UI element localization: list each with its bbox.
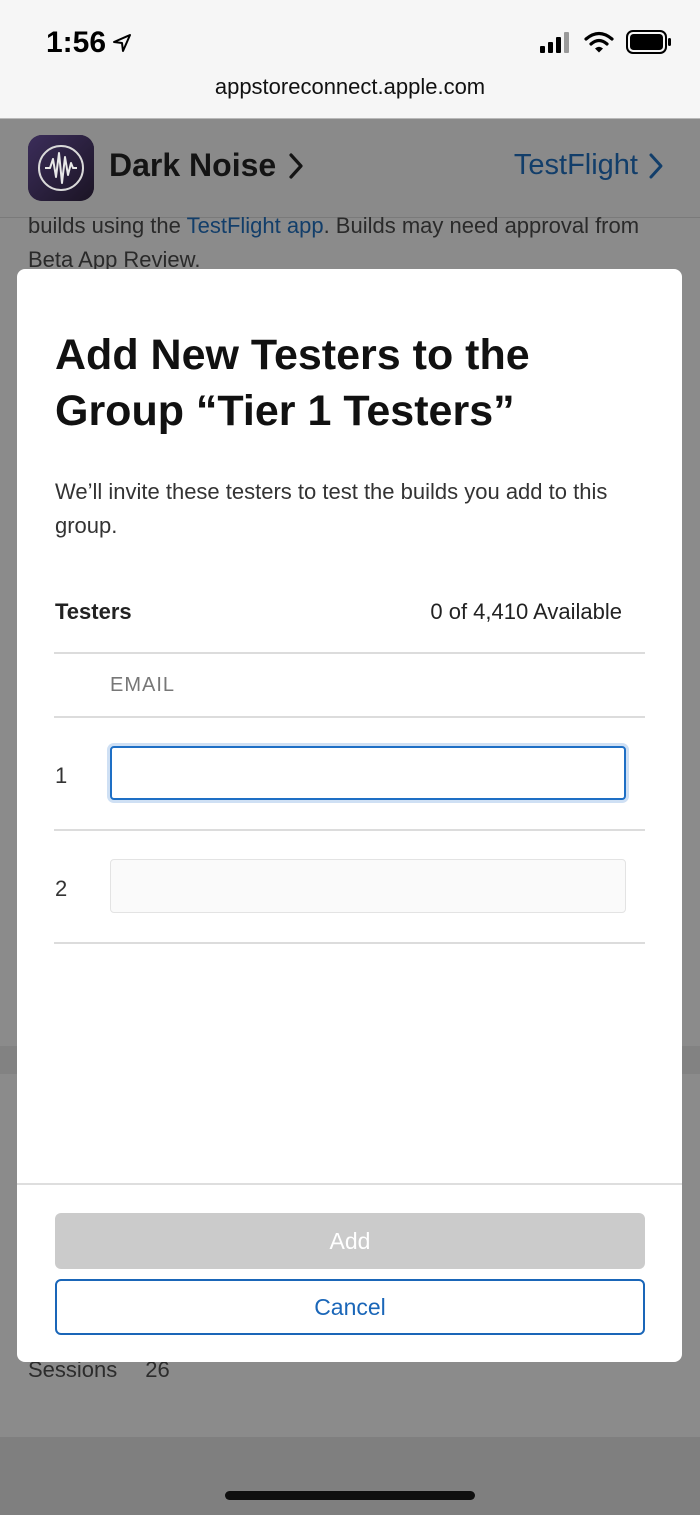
cellular-signal-icon	[540, 32, 569, 53]
clock-time: 1:56	[46, 26, 107, 59]
divider	[54, 716, 645, 718]
background-description: builds using the TestFlight app. Builds …	[28, 209, 678, 277]
add-testers-modal: Add New Testers to the Group “Tier 1 Tes…	[17, 269, 682, 1362]
divider	[54, 652, 645, 654]
url-bar[interactable]: appstoreconnect.apple.com	[0, 74, 700, 100]
row-number: 1	[55, 763, 68, 788]
testflight-label: TestFlight	[513, 149, 638, 181]
wifi-icon	[584, 31, 614, 53]
email-input-2[interactable]	[110, 859, 626, 913]
app-header: Dark Noise TestFlight	[0, 119, 700, 218]
email-input-1[interactable]	[110, 746, 626, 800]
app-name-link[interactable]: Dark Noise	[109, 147, 304, 184]
chevron-right-icon	[289, 152, 303, 179]
add-button[interactable]: Add	[55, 1213, 645, 1269]
testers-summary: Testers 0 of 4,410 Available	[55, 599, 622, 625]
chevron-right-icon	[649, 153, 663, 178]
app-icon[interactable]	[28, 135, 94, 201]
testflight-app-link[interactable]: TestFlight app	[187, 213, 324, 238]
status-bar: 1:56 appstoreconnect.apple.com	[0, 0, 700, 119]
modal-description: We’ll invite these testers to test the b…	[55, 479, 608, 538]
modal-title: Add New Testers to the Group “Tier 1 Tes…	[55, 331, 530, 435]
battery-icon	[626, 30, 671, 54]
location-arrow-icon	[113, 34, 132, 52]
testers-label: Testers	[55, 599, 132, 624]
footer-divider	[17, 1183, 682, 1185]
app-name: Dark Noise	[109, 147, 277, 183]
bg-text-part1: builds using the	[28, 213, 187, 238]
email-column-header: EMAIL	[110, 674, 176, 696]
waveform-icon	[28, 135, 94, 201]
row-number: 2	[55, 876, 68, 901]
clock: 1:56	[46, 26, 132, 60]
background-footer	[0, 1437, 700, 1515]
cancel-button[interactable]: Cancel	[55, 1279, 645, 1335]
divider	[54, 829, 645, 831]
home-indicator[interactable]	[225, 1491, 475, 1500]
divider	[54, 942, 645, 944]
system-icons	[540, 30, 672, 54]
testflight-link[interactable]: TestFlight	[514, 149, 664, 182]
available-count: 0 of 4,410 Available	[430, 599, 622, 624]
